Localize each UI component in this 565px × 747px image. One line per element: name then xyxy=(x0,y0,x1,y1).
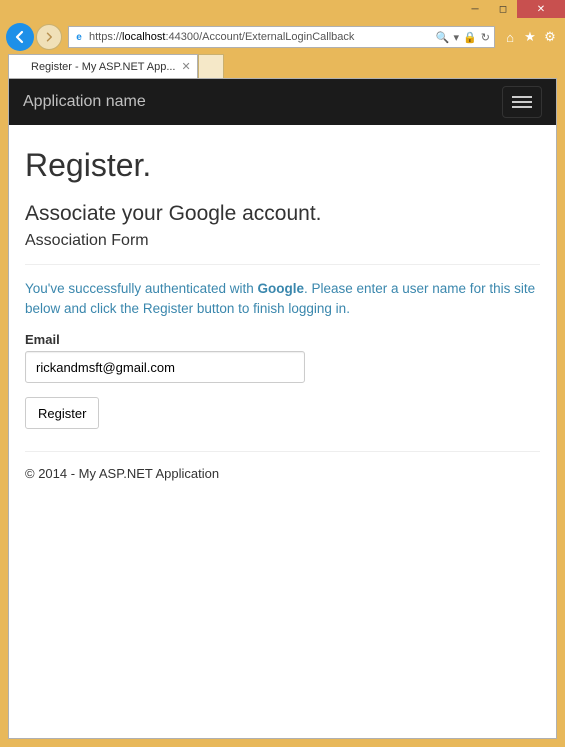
favorites-icon[interactable]: ★ xyxy=(521,28,539,46)
window-titlebar: ─ ◻ ✕ xyxy=(0,0,565,22)
address-bar[interactable]: e https:// localhost :44300/Account/Exte… xyxy=(68,26,495,48)
browser-toolbar: e https:// localhost :44300/Account/Exte… xyxy=(0,22,565,52)
back-button[interactable] xyxy=(6,23,34,51)
refresh-icon[interactable]: ↻ xyxy=(481,31,490,44)
menu-toggle-button[interactable] xyxy=(502,86,542,118)
site-navbar: Application name xyxy=(9,79,556,125)
page-title: Register. xyxy=(25,147,540,184)
lock-icon: 🔒 xyxy=(463,31,477,44)
email-field[interactable] xyxy=(25,351,305,383)
info-message: You've successfully authenticated with G… xyxy=(25,279,540,318)
search-icon[interactable]: 🔍 xyxy=(436,31,450,44)
maximize-button[interactable]: ◻ xyxy=(489,0,517,18)
arrow-right-icon xyxy=(43,31,55,43)
info-provider: Google xyxy=(257,281,304,296)
arrow-left-icon xyxy=(12,29,28,45)
favicon-icon xyxy=(15,61,27,73)
dropdown-icon[interactable]: ▾ xyxy=(454,31,460,44)
footer-text: © 2014 - My ASP.NET Application xyxy=(25,466,540,481)
divider xyxy=(25,451,540,452)
info-pre: You've successfully authenticated with xyxy=(25,281,257,296)
form-heading: Association Form xyxy=(25,232,540,250)
brand-link[interactable]: Application name xyxy=(23,93,146,111)
register-button[interactable]: Register xyxy=(25,397,99,429)
url-scheme: https:// xyxy=(89,31,122,43)
page-client: Application name Register. Associate you… xyxy=(8,78,557,739)
gear-icon[interactable]: ⚙ xyxy=(541,28,559,46)
minimize-button[interactable]: ─ xyxy=(461,0,489,18)
tab-title: Register - My ASP.NET App... xyxy=(31,61,176,73)
email-label: Email xyxy=(25,332,540,347)
close-button[interactable]: ✕ xyxy=(517,0,565,18)
tab-strip: Register - My ASP.NET App... ✕ xyxy=(0,52,565,78)
page-content: Register. Associate your Google account.… xyxy=(9,125,556,495)
new-tab-button[interactable] xyxy=(198,54,224,78)
page-subtitle: Associate your Google account. xyxy=(25,202,540,226)
divider xyxy=(25,264,540,265)
url-path: :44300/Account/ExternalLoginCallback xyxy=(165,31,354,43)
tab-close-icon[interactable]: ✕ xyxy=(182,60,191,73)
ie-icon: e xyxy=(72,30,86,44)
home-icon[interactable]: ⌂ xyxy=(501,28,519,46)
forward-button[interactable] xyxy=(36,24,62,50)
address-right-cluster: 🔍 ▾ 🔒 ↻ xyxy=(432,31,494,44)
email-form-group: Email xyxy=(25,332,540,383)
url-host: localhost xyxy=(122,31,165,43)
browser-tab[interactable]: Register - My ASP.NET App... ✕ xyxy=(8,54,198,78)
